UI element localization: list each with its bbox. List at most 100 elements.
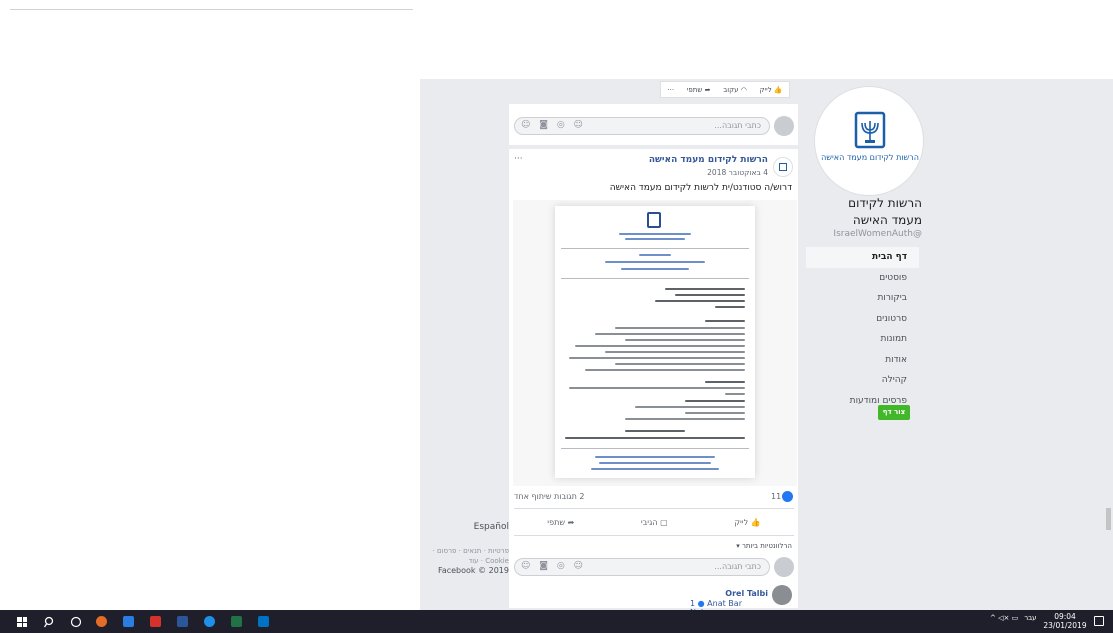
page-nav: דף הבית פוסטים ביקורות סרטונים תמונות או… xyxy=(806,247,919,411)
page-share-button[interactable]: ➦ שתפי xyxy=(687,86,711,94)
tray-icons[interactable]: ^ ◁× ▭ xyxy=(990,614,1018,622)
comment-placeholder: כתבי תגובה... xyxy=(714,121,761,130)
internet-explorer-icon[interactable] xyxy=(204,616,215,627)
doc-line xyxy=(615,327,745,329)
likes-count[interactable]: 11 xyxy=(771,492,781,501)
page-actions-bar: 👍 לייק ◠ עקוב ➦ שתפי ··· xyxy=(660,81,790,98)
post-like-button[interactable]: לייק 👍 xyxy=(734,518,760,527)
commenter-name[interactable]: Orel Talbi xyxy=(700,589,768,598)
doc-line xyxy=(625,430,685,432)
system-tray[interactable]: ^ ◁× ▭ עבר xyxy=(990,614,1037,622)
nav-item-about[interactable]: אודות xyxy=(806,350,919,371)
comment-tools-icon[interactable]: ☺ ◙ ◎ ☺ xyxy=(521,561,586,571)
doc-line xyxy=(595,456,715,458)
comment-input[interactable]: כתבי תגובה... ☺ ◙ ◎ ☺ xyxy=(514,558,770,576)
menorah-emblem-icon xyxy=(854,111,886,149)
post-action-buttons: לייק 👍 הגיבי ▢ שתפי ➦ xyxy=(514,512,794,532)
post-text: דרוש/ה סטודנט/ית לרשות לקידום מעמד האישה xyxy=(609,183,792,193)
page-handle[interactable]: IsraelWomenAuth@ xyxy=(818,229,922,239)
doc-line xyxy=(625,238,685,240)
task-view-icon[interactable] xyxy=(70,616,82,628)
outlook-icon[interactable] xyxy=(258,616,269,627)
doc-line xyxy=(705,320,745,322)
comment-sort-dropdown[interactable]: הרלוונטיות ביותר ▾ xyxy=(600,542,792,550)
doc-line xyxy=(655,300,745,302)
doc-line xyxy=(619,233,691,235)
doc-line xyxy=(635,406,745,408)
taskbar-clock[interactable]: 09:04 23/01/2019 xyxy=(1040,612,1090,630)
acrobat-icon[interactable] xyxy=(150,616,161,627)
input-language[interactable]: עבר xyxy=(1024,614,1036,622)
top-divider xyxy=(10,9,413,10)
nav-item-photos[interactable]: תמונות xyxy=(806,329,919,350)
post-author[interactable]: הרשות לקידום מעמד האישה xyxy=(560,155,768,165)
create-page-button[interactable]: צור דף xyxy=(878,405,910,420)
footer-links[interactable]: פרטיות · תנאים · פרסום · Cookie · עוד xyxy=(409,546,509,566)
comment-composer-top[interactable]: כתבי תגובה... ☺ ◙ ◎ ☺ xyxy=(514,114,794,138)
doc-line xyxy=(605,261,705,263)
notification-center-icon[interactable] xyxy=(1094,616,1104,626)
commenter-avatar[interactable] xyxy=(772,585,792,605)
job-posting-document xyxy=(555,206,755,478)
doc-line xyxy=(575,345,745,347)
comment-placeholder: כתבי תגובה... xyxy=(714,562,761,571)
page-more-button[interactable]: ··· xyxy=(667,86,674,94)
user-avatar xyxy=(774,116,794,136)
clock-date: 23/01/2019 xyxy=(1043,621,1087,630)
doc-rule xyxy=(561,448,749,449)
page-avatar[interactable] xyxy=(773,157,793,177)
doc-line xyxy=(625,418,745,420)
profile-org-text: הרשות לקידום מעמד האישה xyxy=(821,153,919,162)
comment-input[interactable]: כתבי תגובה... ☺ ◙ ◎ ☺ xyxy=(514,117,770,135)
windows-taskbar: ^ ◁× ▭ עבר 09:04 23/01/2019 xyxy=(0,610,1113,633)
share-icon: ➦ xyxy=(567,517,575,527)
doc-line xyxy=(599,462,711,464)
profile-picture[interactable]: הרשות לקידום מעמד האישה xyxy=(814,86,924,196)
post-reactions: 2 תגובות שיתוף אחד 11 xyxy=(514,491,794,505)
reactions-divider xyxy=(514,508,794,509)
scrollbar-thumb[interactable] xyxy=(1106,508,1111,530)
nav-item-reviews[interactable]: ביקורות xyxy=(806,288,919,309)
word-icon[interactable] xyxy=(177,616,188,627)
comment-tools-icon[interactable]: ☺ ◙ ◎ ☺ xyxy=(521,120,586,130)
nav-item-videos[interactable]: סרטונים xyxy=(806,309,919,330)
doc-line xyxy=(705,381,745,383)
doc-line xyxy=(591,468,719,470)
copyright: Facebook © 2019 xyxy=(437,566,509,575)
comments-shares-count[interactable]: 2 תגובות שיתוף אחד xyxy=(514,492,584,501)
page-follow-button[interactable]: ◠ עקוב xyxy=(723,86,747,94)
doc-line xyxy=(595,333,745,335)
action-divider xyxy=(514,535,794,536)
doc-line xyxy=(625,339,745,341)
doc-line xyxy=(639,254,671,256)
page-like-button[interactable]: 👍 לייק xyxy=(760,86,783,94)
doc-rule xyxy=(561,278,749,279)
windows-start-icon[interactable] xyxy=(17,617,27,627)
comment-composer-bottom[interactable]: כתבי תגובה... ☺ ◙ ◎ ☺ xyxy=(514,555,794,579)
page-name: הרשות לקידום מעמד האישה xyxy=(848,196,922,227)
doc-line xyxy=(725,393,745,395)
post-comment-button[interactable]: הגיבי ▢ xyxy=(641,518,668,527)
like-small-icon: ● xyxy=(697,599,705,608)
chrome-icon[interactable] xyxy=(96,616,107,627)
doc-line xyxy=(585,369,745,371)
nav-item-home[interactable]: דף הבית xyxy=(806,247,919,268)
nav-item-posts[interactable]: פוסטים xyxy=(806,268,919,289)
doc-line xyxy=(605,351,745,353)
doc-line xyxy=(665,288,745,290)
excel-icon[interactable] xyxy=(231,616,242,627)
doc-rule xyxy=(561,248,749,249)
post-more-button[interactable]: ··· xyxy=(514,154,523,164)
search-icon[interactable] xyxy=(44,616,56,628)
thumbs-up-icon: 👍 xyxy=(750,517,761,527)
language-link[interactable]: Español xyxy=(474,522,509,532)
state-emblem-icon xyxy=(647,212,661,228)
post-date[interactable]: 4 באוקטובר 2018 xyxy=(560,168,768,177)
file-explorer-icon[interactable] xyxy=(123,616,134,627)
nav-item-community[interactable]: קהילה xyxy=(806,370,919,391)
post-share-button[interactable]: שתפי ➦ xyxy=(547,518,574,527)
user-avatar xyxy=(774,557,794,577)
post-image[interactable] xyxy=(513,200,797,486)
doc-line xyxy=(675,294,745,296)
doc-line xyxy=(565,437,745,439)
